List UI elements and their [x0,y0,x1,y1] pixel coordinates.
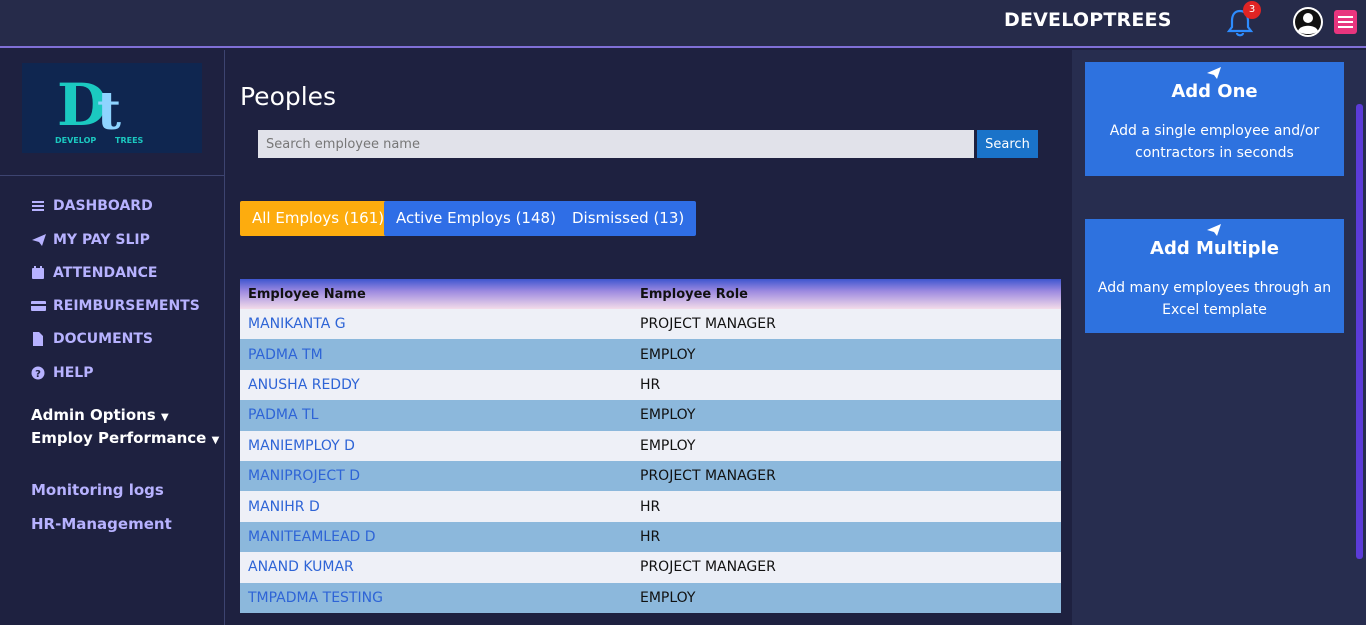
add-multiple-card[interactable]: Add Multiple Add many employees through … [1085,219,1344,333]
nav-label: HELP [53,365,94,381]
table-row: MANIEMPLOY D EMPLOY [240,430,1061,461]
employee-role: HR [640,376,661,393]
employee-role: HR [640,528,661,545]
nav-help[interactable]: ? HELP [31,365,93,381]
employee-name-link[interactable]: ANAND KUMAR [240,559,640,575]
nav-label: REIMBURSEMENTS [53,298,200,314]
table-header: Employee Name Employee Role [240,279,1061,309]
nav-label: DASHBOARD [53,198,153,214]
search-button[interactable]: Search [977,130,1038,158]
card-icon [31,301,46,311]
employ-performance-label: Employ Performance [31,429,207,447]
employee-name-link[interactable]: ANUSHA REDDY [240,377,640,393]
question-icon: ? [31,366,45,380]
search-input[interactable] [258,130,974,158]
table-body: MANIKANTA G PROJECT MANAGER PADMA TM EMPLO… [240,309,1061,613]
nav-label: ATTENDANCE [53,265,158,281]
add-one-card[interactable]: Add One Add a single employee and/or con… [1085,62,1344,176]
employee-role: EMPLOY [640,589,696,606]
nav-dashboard[interactable]: DASHBOARD [31,198,153,214]
top-bar: DEVELOPTREES 3 [0,0,1366,48]
employee-role: PROJECT MANAGER [640,316,776,333]
list-icon [32,201,44,211]
divider [0,175,224,176]
caret-down-icon: ▼ [211,435,220,446]
employee-name-link[interactable]: MANIHR D [240,499,640,515]
employee-name-link[interactable]: PADMA TM [240,347,640,363]
tab-dismissed[interactable]: Dismissed (13) [560,201,697,236]
hr-management-link[interactable]: HR-Management [31,515,172,533]
calendar-icon [32,266,44,279]
table-row: TMPADMA TESTING EMPLOY [240,582,1061,613]
employee-role: PROJECT MANAGER [640,468,776,485]
table-row: PADMA TM EMPLOY [240,339,1061,370]
paper-plane-icon [1207,224,1221,236]
table-row: MANITEAMLEAD D HR [240,521,1061,553]
table-row: PADMA TL EMPLOY [240,400,1061,431]
file-icon [33,332,43,346]
nav-label: DOCUMENTS [53,331,154,347]
employee-table: Employee Name Employee Role MANIKANTA GP… [240,279,1061,613]
employee-name-link[interactable]: MANITEAMLEAD D [240,529,640,545]
svg-text:DEVELOP: DEVELOP [55,136,96,145]
scrollbar[interactable] [1356,104,1363,559]
brand-name: DEVELOPTREES [1004,9,1172,31]
nav-my-pay-slip[interactable]: MY PAY SLIP [31,232,150,248]
table-row: MANIHR D HR [240,491,1061,522]
nav-reimbursements[interactable]: REIMBURSEMENTS [31,298,200,314]
svg-text:TREES: TREES [115,136,144,145]
sidebar: D t DEVELOP TREES DASHBOARD MY PAY SLIP … [0,50,225,625]
admin-options-label: Admin Options [31,406,156,424]
paper-plane-icon [1207,67,1221,79]
admin-options-dropdown[interactable]: Admin Options ▼ [31,406,169,424]
employee-role: EMPLOY [640,346,696,363]
paper-plane-icon [32,234,46,246]
table-row: MANIPROJECT D PROJECT MANAGER [240,460,1061,492]
employee-name-link[interactable]: MANIPROJECT D [240,468,640,484]
employee-role: HR [640,498,661,515]
svg-text:?: ? [35,369,41,380]
right-panel: Add One Add a single employee and/or con… [1072,50,1366,625]
add-multiple-title: Add Multiple [1150,238,1279,259]
table-row: MANIKANTA G PROJECT MANAGER [240,309,1061,340]
column-header-role[interactable]: Employee Role [640,287,1061,302]
user-avatar-icon[interactable] [1292,6,1324,38]
employee-name-link[interactable]: MANIEMPLOY D [240,438,640,454]
employee-role: EMPLOY [640,407,696,424]
table-row: ANUSHA REDDY HR [240,369,1061,401]
employee-role: PROJECT MANAGER [640,559,776,576]
employee-name-link[interactable]: PADMA TL [240,407,640,423]
menu-hamburger-icon[interactable] [1334,10,1357,34]
nav-label: MY PAY SLIP [53,232,150,248]
nav-documents[interactable]: DOCUMENTS [31,331,153,347]
column-header-name[interactable]: Employee Name [240,287,640,302]
tab-all-employs[interactable]: All Employs (161) [240,201,397,236]
nav-attendance[interactable]: ATTENDANCE [31,265,157,281]
employ-performance-dropdown[interactable]: Employ Performance ▼ [31,429,219,447]
employee-role: EMPLOY [640,437,696,454]
caret-down-icon: ▼ [160,412,169,423]
main-content: Peoples Search All Employs (161) Active … [226,50,1071,625]
add-one-title: Add One [1171,81,1258,102]
add-one-description: Add a single employee and/or contractors… [1109,123,1320,161]
table-row: ANAND KUMAR PROJECT MANAGER [240,552,1061,583]
add-multiple-description: Add many employees through an Excel temp… [1097,280,1332,318]
notification-badge: 3 [1243,1,1261,19]
tab-active-employs[interactable]: Active Employs (148) [384,201,568,236]
employee-name-link[interactable]: MANIKANTA G [240,316,640,332]
page-title: Peoples [240,82,337,111]
employee-name-link[interactable]: TMPADMA TESTING [240,590,640,606]
monitoring-logs-link[interactable]: Monitoring logs [31,481,164,499]
svg-text:t: t [97,81,121,142]
company-logo: D t DEVELOP TREES [22,63,202,153]
